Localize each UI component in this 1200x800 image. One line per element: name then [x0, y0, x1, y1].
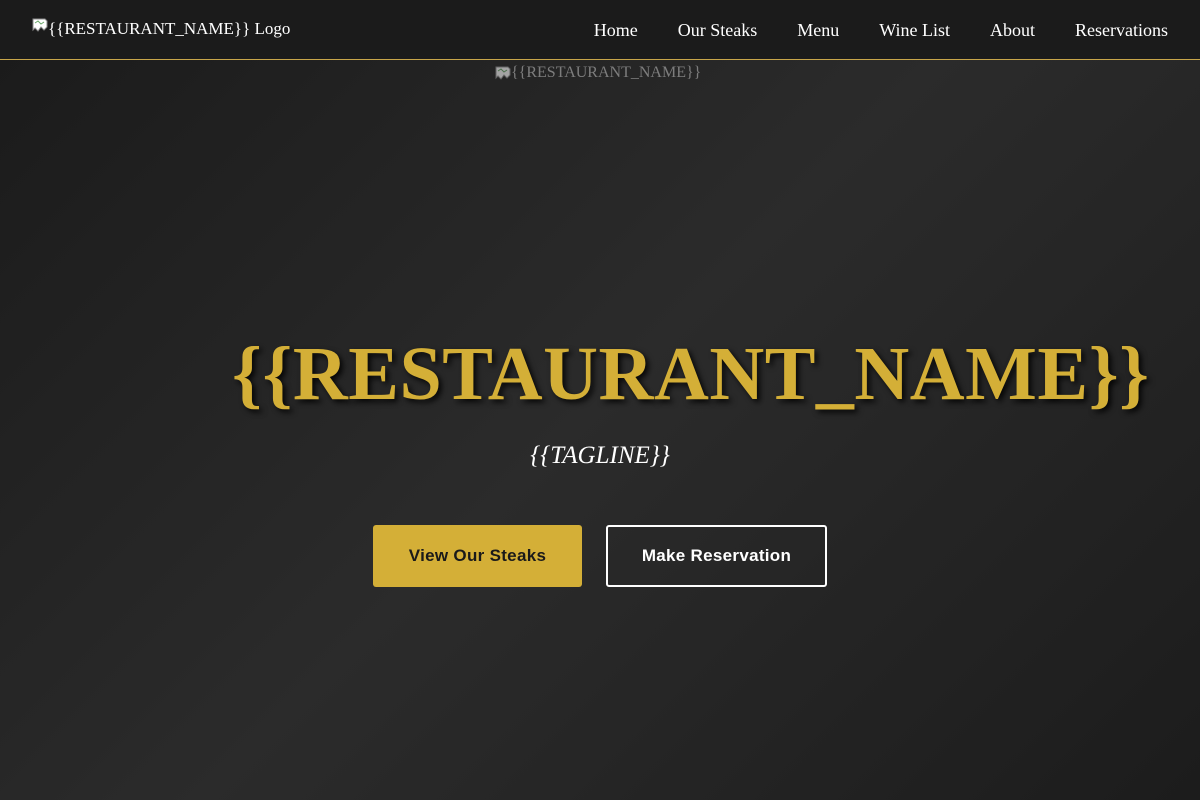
nav-link-our-steaks[interactable]: Our Steaks — [678, 20, 758, 41]
logo-alt-text: {{RESTAURANT_NAME}} Logo — [48, 19, 291, 38]
hero-image: {{RESTAURANT_NAME}} — [495, 61, 701, 85]
hero-tagline: {{TAGLINE}} — [530, 442, 670, 469]
view-our-steaks-button[interactable]: View Our Steaks — [373, 525, 582, 587]
hero-title: {{RESTAURANT_NAME}} — [232, 332, 1150, 416]
nav-link-about[interactable]: About — [990, 20, 1035, 41]
main-nav: Home Our Steaks Menu Wine List About Res… — [554, 0, 1168, 60]
broken-image-icon — [495, 66, 511, 82]
nav-link-home[interactable]: Home — [594, 20, 638, 41]
site-header: {{RESTAURANT_NAME}} Logo Home Our Steaks… — [0, 0, 1200, 60]
broken-image-icon — [32, 18, 48, 34]
nav-link-reservations[interactable]: Reservations — [1075, 20, 1168, 41]
hero-image-alt-text: {{RESTAURANT_NAME}} — [511, 64, 702, 81]
make-reservation-button[interactable]: Make Reservation — [606, 525, 827, 587]
nav-link-wine-list[interactable]: Wine List — [879, 20, 950, 41]
nav-link-menu[interactable]: Menu — [797, 20, 839, 41]
site-logo[interactable]: {{RESTAURANT_NAME}} Logo — [32, 17, 290, 41]
